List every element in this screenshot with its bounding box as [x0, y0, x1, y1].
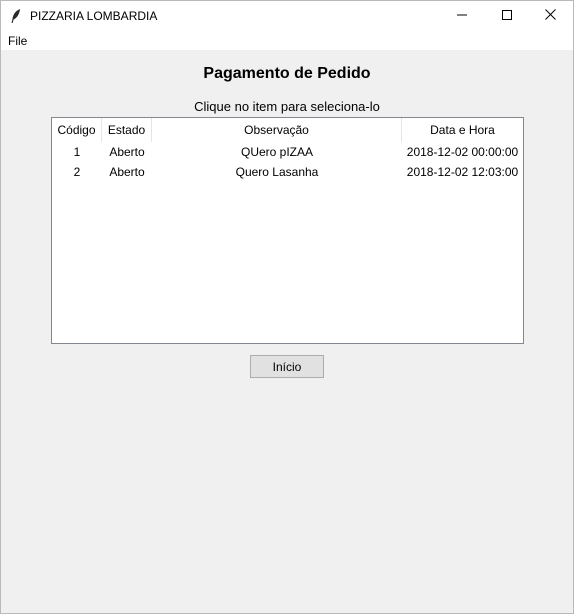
close-button[interactable] — [528, 1, 573, 31]
column-header-estado[interactable]: Estado — [102, 118, 152, 142]
cell-observacao: Quero Lasanha — [235, 165, 319, 179]
feather-icon — [9, 8, 23, 24]
maximize-icon — [501, 7, 512, 25]
cell-data-hora: 2018-12-02 12:03:00 — [406, 165, 519, 179]
minimize-button[interactable] — [439, 1, 484, 31]
column-header-observacao[interactable]: Observação — [152, 118, 402, 142]
page-title: Pagamento de Pedido — [203, 65, 371, 82]
cell-codigo: 1 — [73, 145, 81, 159]
menu-bar: File — [1, 31, 573, 50]
cell-estado: Aberto — [109, 165, 145, 179]
app-window: PIZZARIA LOMBARDIA File Pagamento de Ped… — [0, 0, 574, 614]
close-icon — [545, 7, 556, 25]
cell-estado: Aberto — [109, 145, 145, 159]
orders-table[interactable]: Código Estado Observação Data e Hora 1 A… — [51, 117, 524, 344]
cell-codigo: 2 — [73, 165, 81, 179]
cell-observacao: QUero pIZAA — [240, 145, 314, 159]
column-header-codigo[interactable]: Código — [52, 118, 102, 142]
menu-item-file[interactable]: File — [8, 34, 27, 48]
window-title: PIZZARIA LOMBARDIA — [30, 9, 158, 23]
inicio-button[interactable]: Início — [250, 355, 324, 378]
table-row[interactable]: 1 Aberto QUero pIZAA 2018-12-02 00:00:00 — [52, 142, 523, 162]
maximize-button[interactable] — [484, 1, 529, 31]
table-row[interactable]: 2 Aberto Quero Lasanha 2018-12-02 12:03:… — [52, 162, 523, 182]
instruction-text: Clique no item para seleciona-lo — [194, 99, 380, 114]
column-header-data-hora[interactable]: Data e Hora — [402, 118, 523, 142]
table-header: Código Estado Observação Data e Hora — [52, 118, 523, 142]
cell-data-hora: 2018-12-02 00:00:00 — [406, 145, 519, 159]
minimize-icon — [456, 7, 467, 25]
title-bar[interactable]: PIZZARIA LOMBARDIA — [1, 1, 573, 31]
